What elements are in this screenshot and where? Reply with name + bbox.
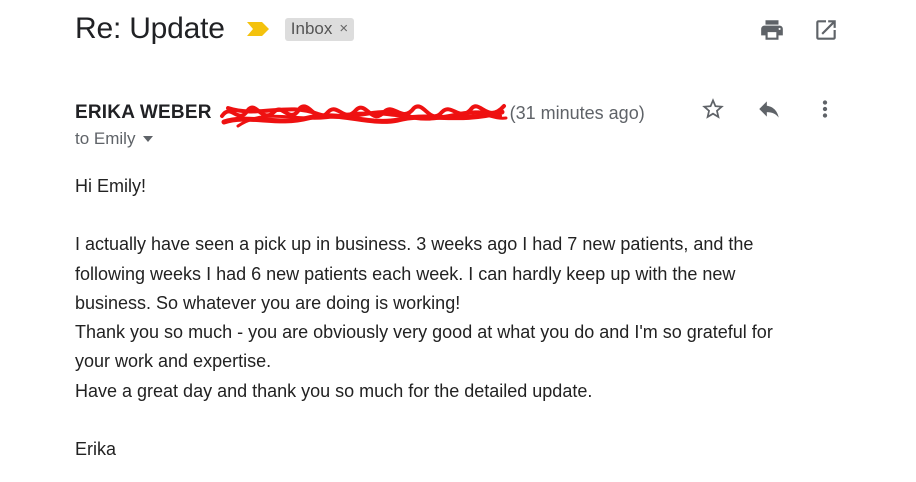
inbox-label: Inbox ×	[284, 17, 355, 41]
email-subject: Re: Update	[75, 12, 225, 45]
label-text: Inbox	[290, 18, 333, 38]
body-line: I actually have seen a pick up in busine…	[75, 234, 754, 255]
chevron-down-icon[interactable]	[143, 136, 154, 142]
open-in-new-window-icon[interactable]	[813, 17, 839, 43]
body-line: business. So whatever you are doing is w…	[75, 292, 461, 313]
greeting: Hi Emily!	[75, 176, 146, 196]
print-icon[interactable]	[759, 17, 785, 43]
remove-label-button[interactable]: ×	[339, 20, 348, 37]
body-line: Have a great day and thank you so much f…	[75, 380, 593, 401]
message-actions	[700, 96, 838, 122]
more-vert-icon[interactable]	[812, 96, 838, 122]
recipient-line[interactable]: to Emily	[75, 129, 154, 149]
top-toolbar	[759, 17, 839, 43]
email-header: Re: Update Inbox ×	[75, 12, 355, 46]
email-timestamp: (31 minutes ago)	[509, 102, 645, 123]
importance-marker-icon[interactable]	[246, 22, 269, 36]
body-line: following weeks I had 6 new patients eac…	[75, 263, 736, 284]
email-body: Hi Emily! I actually have seen a pick up…	[75, 172, 855, 464]
reply-icon[interactable]	[756, 96, 782, 122]
body-line: Thank you so much - you are obviously ve…	[75, 322, 773, 343]
sender-name[interactable]: ERIKA WEBER	[75, 102, 212, 124]
signature: Erika	[75, 439, 117, 460]
recipient-text: to Emily	[75, 129, 136, 148]
redaction-scribble	[219, 104, 508, 128]
body-line: your work and expertise.	[75, 351, 272, 372]
star-icon[interactable]	[700, 96, 726, 122]
